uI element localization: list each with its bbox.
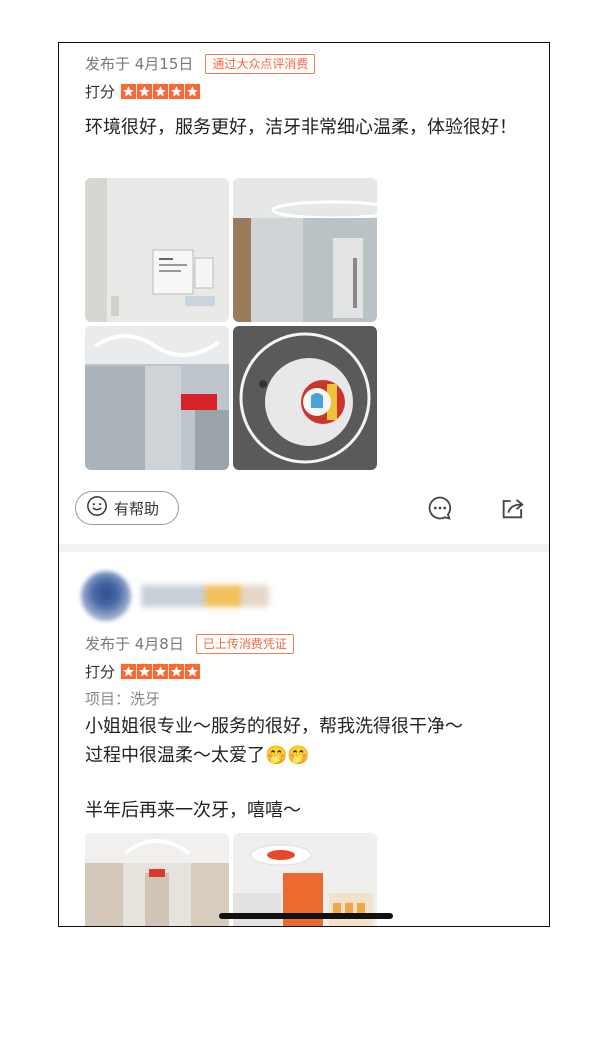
emoji: 🤭🤭 xyxy=(265,745,310,766)
home-indicator xyxy=(219,913,393,919)
verified-badge: 已上传消费凭证 xyxy=(195,633,294,654)
star-icon xyxy=(153,84,169,99)
star-icon xyxy=(169,664,185,679)
review-date: 发布于 4月15日 xyxy=(85,55,194,73)
comment-icon[interactable] xyxy=(426,494,456,524)
review-date: 发布于 4月8日 xyxy=(85,635,184,653)
review-text: 小姐姐很专业～服务的很好，帮我洗得很干净～ 过程中很温柔～太爱了🤭🤭 半年后再来… xyxy=(85,712,525,825)
username-blurred[interactable] xyxy=(141,581,273,611)
star-icon xyxy=(137,84,153,99)
star-icon xyxy=(185,84,201,99)
review-text-segment: 过程中很温柔～太爱了 xyxy=(85,745,265,766)
rating-row: 打分 xyxy=(85,661,201,682)
star-icon xyxy=(137,664,153,679)
star-icon xyxy=(169,84,185,99)
review-photo[interactable] xyxy=(233,326,377,470)
review-meta: 发布于 4月8日 已上传消费凭证 xyxy=(85,633,294,654)
share-icon[interactable] xyxy=(499,494,529,524)
star-icon xyxy=(121,664,137,679)
review-text-line: 半年后再来一次牙，嘻嘻～ xyxy=(85,800,301,821)
star-icon xyxy=(121,84,137,99)
review-photo[interactable] xyxy=(233,178,377,322)
star-rating xyxy=(121,664,201,679)
star-rating xyxy=(121,84,201,99)
helpful-button[interactable]: 有帮助 xyxy=(75,491,179,525)
review-feed: 发布于 4月15日 通过大众点评消费 打分 环境很好，服务更好，洁牙非常细心温柔… xyxy=(58,42,550,927)
star-icon xyxy=(153,664,169,679)
review-text-line: 小姐姐很专业～服务的很好，帮我洗得很干净～ xyxy=(85,716,463,737)
project-label: 项目：洗牙 xyxy=(85,690,161,708)
review-photo[interactable] xyxy=(85,833,229,926)
star-icon xyxy=(185,664,201,679)
review-photo[interactable] xyxy=(85,326,229,470)
review-text-line: 过程中很温柔～太爱了🤭🤭 xyxy=(85,741,525,770)
smile-icon xyxy=(86,495,108,521)
review-meta: 发布于 4月15日 通过大众点评消费 xyxy=(85,53,316,74)
score-label: 打分 xyxy=(85,83,116,101)
rating-row: 打分 xyxy=(85,81,201,102)
helpful-label: 有帮助 xyxy=(114,499,160,518)
photo-grid xyxy=(85,178,377,470)
verified-badge: 通过大众点评消费 xyxy=(205,53,316,74)
review-text: 环境很好，服务更好，洁牙非常细心温柔，体验很好！ xyxy=(85,117,517,138)
score-label: 打分 xyxy=(85,663,116,681)
avatar[interactable] xyxy=(81,571,131,621)
project-row: 项目：洗牙 xyxy=(85,688,160,709)
section-divider xyxy=(59,544,549,552)
review-photo[interactable] xyxy=(85,178,229,322)
